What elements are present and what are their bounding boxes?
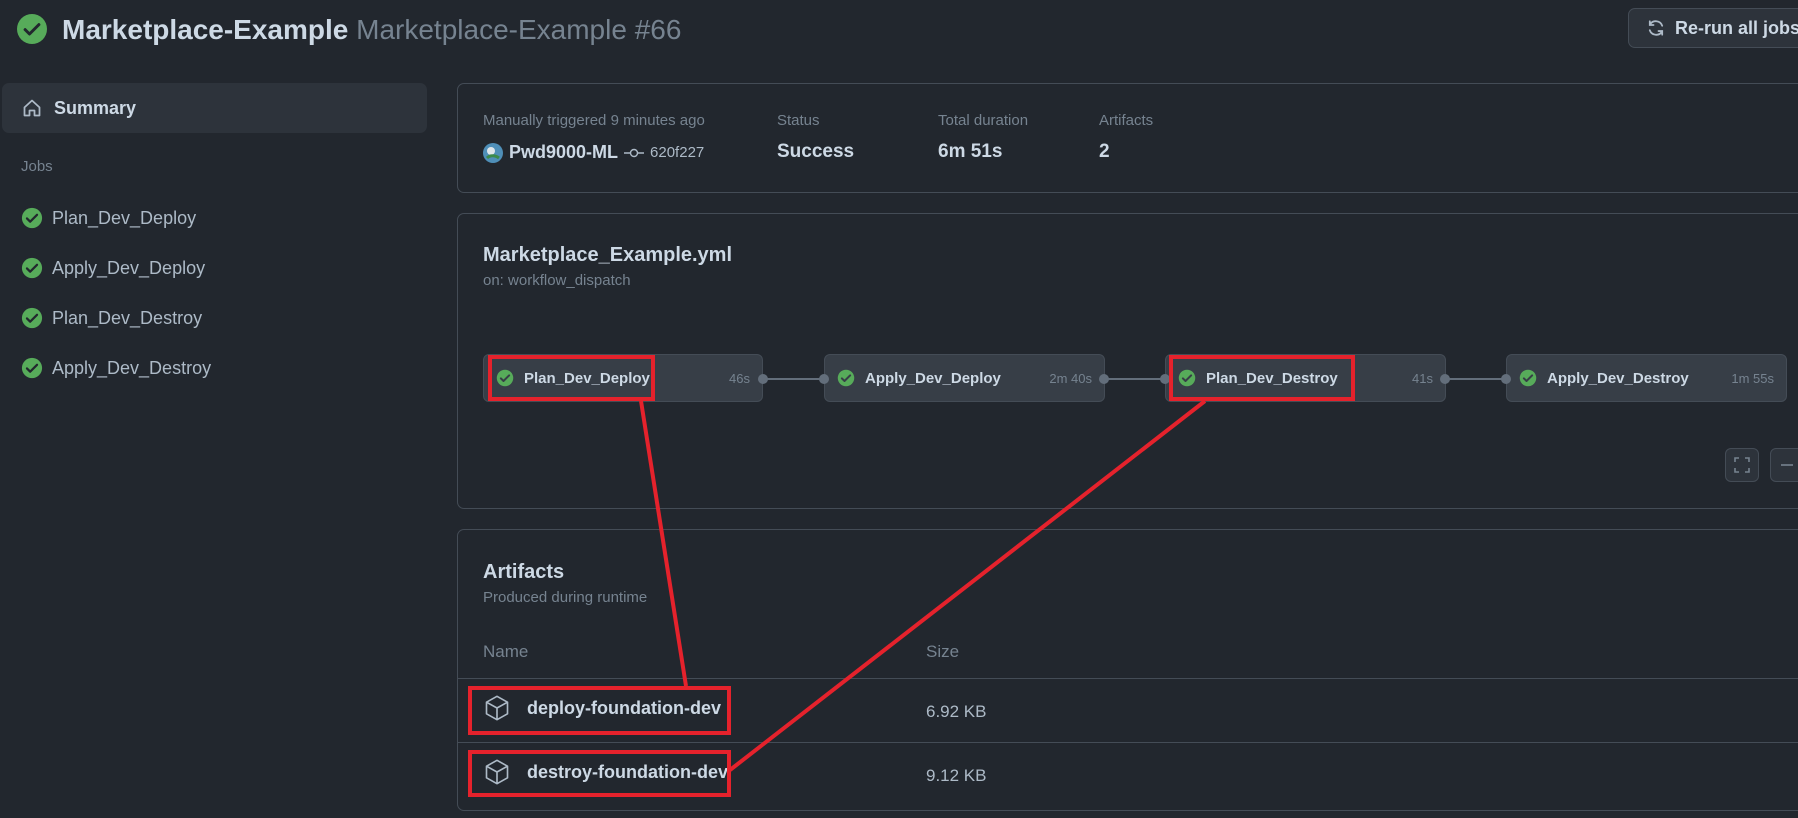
annotation-line bbox=[639, 400, 688, 687]
annotation-lines bbox=[639, 399, 1207, 772]
annotation-line bbox=[728, 399, 1207, 772]
